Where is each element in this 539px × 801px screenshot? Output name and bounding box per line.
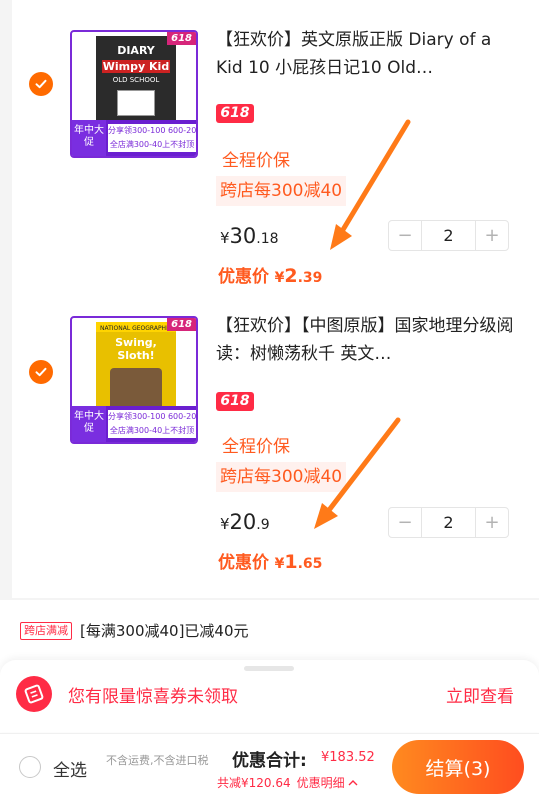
checkout-button[interactable]: 结算(3)	[392, 740, 524, 794]
select-all-label[interactable]: 全选	[53, 756, 87, 781]
badge-618: 618	[216, 104, 254, 123]
promo-band-line: 分享领300-100 600-200大额券	[108, 412, 196, 421]
price-integer: 30	[229, 224, 257, 248]
book-cover: NATIONAL GEOGRAPHIC Swing, Sloth!	[96, 322, 176, 414]
discount-tag: 跨店满减	[20, 621, 72, 640]
promo-band-label: 年中大促	[72, 120, 106, 156]
savings-line[interactable]: 共减¥120.64 优惠明细	[217, 774, 358, 791]
check-icon	[35, 367, 47, 377]
deal-price: 优惠价 ¥1.65	[218, 548, 322, 573]
book-cover: DIARY Wimpy Kid OLD SCHOOL	[96, 36, 176, 122]
quantity-value[interactable]: 2	[421, 508, 476, 537]
price-protection: 全程价保	[222, 151, 290, 171]
coupon-icon	[16, 676, 52, 712]
price-currency: ¥	[220, 515, 230, 533]
product-image[interactable]: DIARY Wimpy Kid OLD SCHOOL 618 年中大促 分享领3…	[70, 30, 198, 158]
shipping-note: 不含运费,不含进口税	[106, 754, 209, 767]
saved-amount: 共减¥120.64	[217, 776, 291, 790]
deal-integer: 1	[284, 551, 298, 573]
plus-button[interactable]: +	[476, 508, 508, 537]
badge-618: 618	[216, 392, 254, 411]
item-checkbox[interactable]	[29, 360, 53, 384]
select-all-checkbox[interactable]	[19, 756, 41, 778]
cart-item: DIARY Wimpy Kid OLD SCHOOL 618 年中大促 分享领3…	[12, 0, 539, 290]
coupon-banner[interactable]: 您有限量惊喜券未领取 立即查看	[0, 660, 539, 732]
discount-text: [每满300减40]已减40元	[80, 622, 249, 640]
price-currency: ¥	[220, 229, 230, 247]
promo-band-line: 分享领300-100 600-200大额券	[108, 126, 196, 135]
bottom-panel: 跨店满减 [每满300减40]已减40元 您有限量惊喜券未领取 立即查看 全选 …	[0, 600, 539, 801]
promo-tag: 618	[167, 318, 196, 331]
product-image[interactable]: NATIONAL GEOGRAPHIC Swing, Sloth! 618 年中…	[70, 316, 198, 444]
deal-label: 优惠价	[218, 267, 269, 287]
cover-title: DIARY	[117, 44, 155, 57]
deal-currency: ¥	[274, 270, 285, 286]
promo-band-label: 年中大促	[72, 406, 106, 442]
discount-detail-link[interactable]: 优惠明细	[297, 776, 345, 790]
cover-illustration	[117, 90, 155, 116]
deal-decimal: .39	[297, 270, 323, 286]
promo-band-text: 分享领300-100 600-200大额券 全店满300-40上不封顶	[108, 410, 196, 438]
deal-currency: ¥	[274, 556, 285, 572]
deal-integer: 2	[284, 265, 298, 287]
deal-label: 优惠价	[218, 553, 269, 573]
drag-handle[interactable]	[244, 666, 294, 671]
quantity-stepper: − 2 +	[388, 220, 509, 251]
promo-tag: 618	[167, 32, 196, 45]
quantity-value[interactable]: 2	[421, 221, 476, 250]
minus-button[interactable]: −	[389, 508, 421, 537]
product-title[interactable]: 【狂欢价】【中图原版】国家地理分级阅读：树懒荡秋千 英文…	[216, 312, 516, 368]
product-title[interactable]: 【狂欢价】英文原版正版 Diary of a Kid 10 小屁孩日记10 Ol…	[216, 26, 516, 82]
checkout-bar: 全选 不含运费,不含进口税 优惠合计: ¥183.52 共减¥120.64 优惠明…	[0, 733, 539, 801]
check-icon	[35, 79, 47, 89]
promo-band-line: 全店满300-40上不封顶	[109, 140, 195, 149]
price-decimal: .18	[256, 231, 279, 247]
discount-summary[interactable]: 跨店满减 [每满300减40]已减40元	[20, 620, 249, 641]
coupon-text: 您有限量惊喜券未领取	[68, 687, 238, 707]
chevron-up-icon	[348, 780, 358, 786]
minus-button[interactable]: −	[389, 221, 421, 250]
total-value: ¥183.52	[321, 750, 375, 765]
cart-item: NATIONAL GEOGRAPHIC Swing, Sloth! 618 年中…	[12, 288, 539, 578]
item-checkbox[interactable]	[29, 72, 53, 96]
item-price: ¥30.18	[220, 224, 279, 248]
total-label: 优惠合计:	[232, 751, 307, 771]
deal-price: 优惠价 ¥2.39	[218, 262, 322, 287]
cover-subtitle: Swing, Sloth!	[115, 336, 157, 362]
cart-store-card: DIARY Wimpy Kid OLD SCHOOL 618 年中大促 分享领3…	[12, 0, 539, 598]
cross-store-discount[interactable]: 跨店每300减40	[216, 462, 347, 492]
deal-decimal: .65	[297, 556, 323, 572]
price-protection: 全程价保	[222, 437, 290, 457]
price-decimal: .9	[256, 517, 270, 533]
item-price: ¥20.9	[220, 510, 270, 534]
cover-title: NATIONAL GEOGRAPHIC	[96, 322, 176, 332]
promo-band-line: 全店满300-40上不封顶	[109, 426, 195, 435]
price-integer: 20	[229, 510, 257, 534]
cover-subtitle: Wimpy Kid	[102, 60, 170, 73]
quantity-stepper: − 2 +	[388, 507, 509, 538]
cover-caption: OLD SCHOOL	[112, 76, 160, 84]
plus-button[interactable]: +	[476, 221, 508, 250]
promo-band-text: 分享领300-100 600-200大额券 全店满300-40上不封顶	[108, 124, 196, 152]
view-coupon-link[interactable]: 立即查看	[446, 682, 514, 707]
cross-store-discount[interactable]: 跨店每300减40	[216, 176, 347, 206]
